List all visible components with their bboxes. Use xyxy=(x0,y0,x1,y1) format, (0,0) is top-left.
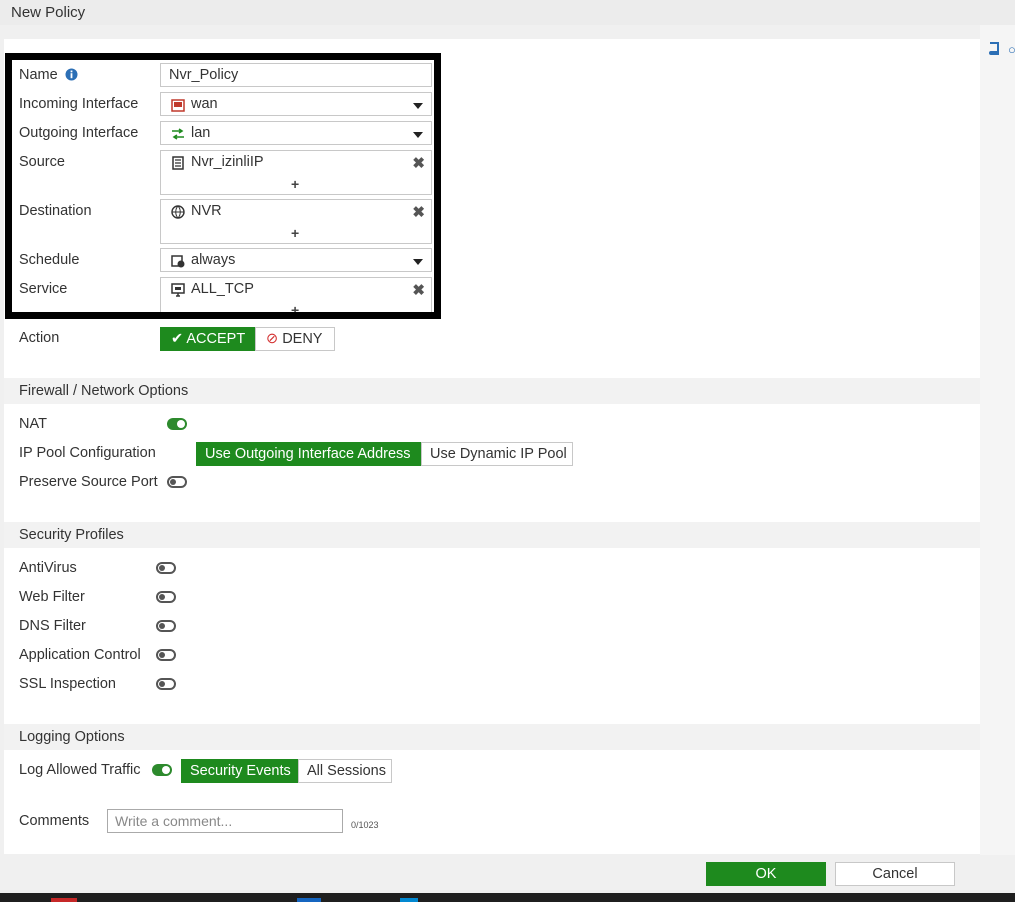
incoming-interface-select[interactable]: wan xyxy=(160,92,432,116)
comments-label: Comments xyxy=(19,813,90,829)
chevron-down-icon xyxy=(413,259,423,265)
all-sessions-option[interactable]: All Sessions xyxy=(298,759,392,783)
info-icon[interactable] xyxy=(65,68,78,81)
name-label: Name xyxy=(19,67,58,83)
preserve-source-port-label: Preserve Source Port xyxy=(19,474,158,490)
service-multiselect[interactable]: ALL_TCP ✖ + xyxy=(160,277,432,318)
source-label: Source xyxy=(19,154,65,170)
ban-icon: ⊘ xyxy=(266,331,279,347)
ip-pool-outgoing-option[interactable]: Use Outgoing Interface Address xyxy=(196,442,422,466)
antivirus-label: AntiVirus xyxy=(19,560,77,576)
source-multiselect[interactable]: Nvr_izinliIP ✖ + xyxy=(160,150,432,195)
logging-section-title: Logging Options xyxy=(19,729,125,745)
outgoing-interface-select[interactable]: lan xyxy=(160,121,432,145)
close-icon[interactable]: ✖ xyxy=(412,281,425,299)
name-input[interactable]: Nvr_Policy xyxy=(160,63,432,87)
web-filter-label: Web Filter xyxy=(19,589,85,605)
schedule-select[interactable]: always xyxy=(160,248,432,272)
dns-filter-label: DNS Filter xyxy=(19,618,86,634)
close-icon[interactable]: ✖ xyxy=(412,203,425,221)
schedule-label: Schedule xyxy=(19,252,80,268)
ip-pool-dynamic-option[interactable]: Use Dynamic IP Pool xyxy=(421,442,573,466)
book-icon[interactable] xyxy=(988,42,1000,56)
firewall-section-title: Firewall / Network Options xyxy=(19,383,189,399)
incoming-interface-value: wan xyxy=(191,96,218,112)
deny-button[interactable]: ⊘ DENY xyxy=(255,327,335,351)
incoming-interface-label: Incoming Interface xyxy=(19,96,139,112)
nat-label: NAT xyxy=(19,416,47,432)
application-control-toggle[interactable] xyxy=(156,649,176,661)
plus-icon[interactable]: + xyxy=(291,302,299,318)
chevron-down-icon xyxy=(413,103,423,109)
window-titlebar: New Policy xyxy=(0,0,1015,25)
os-taskbar xyxy=(0,893,1015,902)
log-allowed-traffic-toggle[interactable] xyxy=(152,764,172,776)
ok-button[interactable]: OK xyxy=(706,862,826,886)
calendar-clock-icon xyxy=(171,255,185,268)
globe-icon xyxy=(171,205,185,219)
antivirus-toggle[interactable] xyxy=(156,562,176,574)
check-icon: ✔ xyxy=(171,331,184,347)
port-icon xyxy=(171,99,185,112)
ssl-inspection-toggle[interactable] xyxy=(156,678,176,690)
chevron-down-icon xyxy=(413,132,423,138)
source-value: Nvr_izinliIP xyxy=(191,154,264,170)
service-label: Service xyxy=(19,281,68,297)
firewall-section-header: Firewall / Network Options xyxy=(4,378,980,404)
log-allowed-traffic-label: Log Allowed Traffic xyxy=(19,762,141,778)
action-label: Action xyxy=(19,330,60,346)
logging-section-header: Logging Options xyxy=(4,724,980,750)
schedule-value: always xyxy=(191,252,236,268)
plus-icon[interactable]: + xyxy=(291,225,299,241)
taskbar-app-icon[interactable] xyxy=(297,898,321,902)
deny-label: DENY xyxy=(282,331,323,347)
cancel-button[interactable]: Cancel xyxy=(835,862,955,886)
help-link-icon[interactable]: ○ xyxy=(1008,42,1015,57)
taskbar-app-icon[interactable] xyxy=(51,898,77,902)
comments-counter: 0/1023 xyxy=(351,820,379,830)
ssl-inspection-label: SSL Inspection xyxy=(19,676,116,692)
dns-filter-toggle[interactable] xyxy=(156,620,176,632)
name-value: Nvr_Policy xyxy=(169,67,239,83)
nat-toggle[interactable] xyxy=(167,418,187,430)
web-filter-toggle[interactable] xyxy=(156,591,176,603)
window-title: New Policy xyxy=(11,4,86,21)
outgoing-interface-value: lan xyxy=(191,125,211,141)
swap-arrows-icon xyxy=(172,128,184,140)
close-icon[interactable]: ✖ xyxy=(412,154,425,172)
right-sidebar xyxy=(980,25,1015,855)
service-value: ALL_TCP xyxy=(191,281,254,297)
destination-value: NVR xyxy=(191,203,222,219)
service-icon xyxy=(171,283,185,297)
outgoing-interface-label: Outgoing Interface xyxy=(19,125,139,141)
comments-textarea[interactable] xyxy=(108,810,342,832)
accept-button[interactable]: ✔ ACCEPT xyxy=(160,327,256,351)
preserve-source-port-toggle[interactable] xyxy=(167,476,187,488)
taskbar-app-icon[interactable] xyxy=(400,898,418,902)
destination-label: Destination xyxy=(19,203,92,219)
plus-icon[interactable]: + xyxy=(291,176,299,192)
destination-multiselect[interactable]: NVR ✖ + xyxy=(160,199,432,244)
security-section-header: Security Profiles xyxy=(4,522,980,548)
address-icon xyxy=(172,156,184,170)
security-events-option[interactable]: Security Events xyxy=(181,759,299,783)
application-control-label: Application Control xyxy=(19,647,141,663)
comments-field[interactable] xyxy=(107,809,343,833)
ip-pool-label: IP Pool Configuration xyxy=(19,445,156,461)
security-section-title: Security Profiles xyxy=(19,527,124,543)
accept-label: ACCEPT xyxy=(186,331,246,347)
